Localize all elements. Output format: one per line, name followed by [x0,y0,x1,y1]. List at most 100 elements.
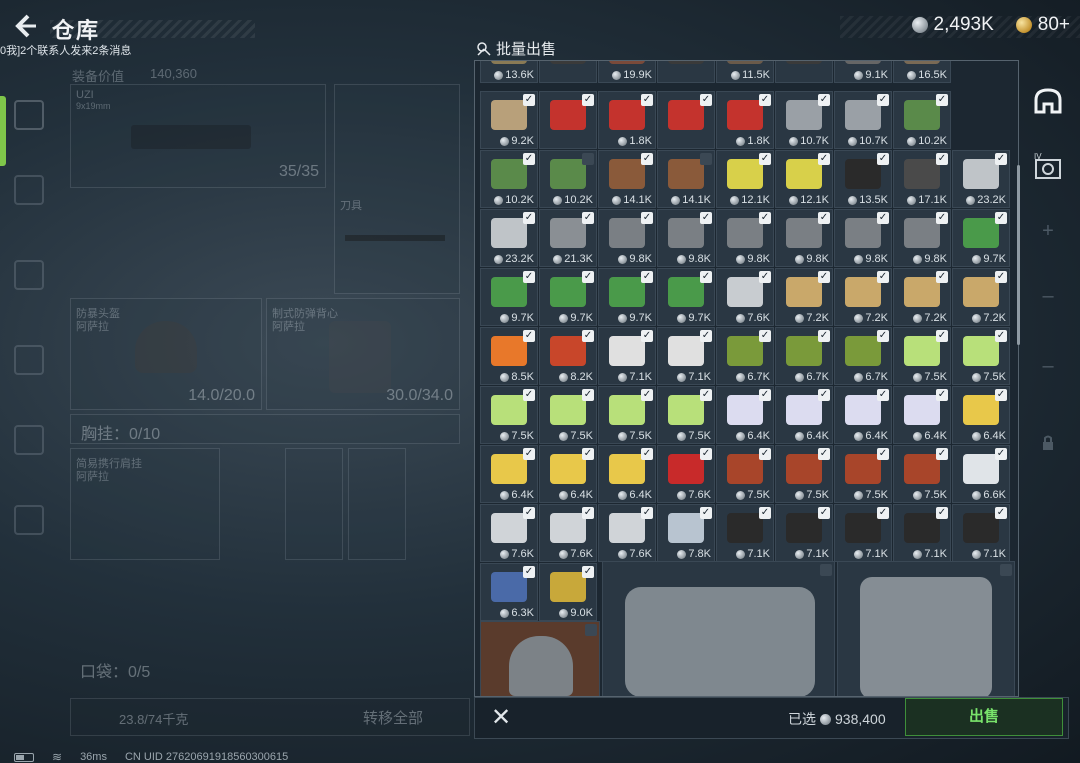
item-checkbox[interactable]: ✓ [641,448,653,460]
item-checkbox[interactable]: ✓ [582,94,594,106]
item-cell[interactable]: 7.5K ✓ [598,386,656,444]
item-cell[interactable]: 6.4K ✓ [598,445,656,503]
item-cell[interactable]: 9.7K ✓ [952,209,1010,267]
item-checkbox[interactable]: ✓ [995,153,1007,165]
item-cell[interactable]: 6.7K ✓ [834,327,892,385]
transfer-all-button[interactable]: 转移全部 [363,707,423,728]
item-cell[interactable]: 6.4K ✓ [716,386,774,444]
item-checkbox[interactable]: ✓ [877,507,889,519]
item-cell[interactable]: 7.5K ✓ [893,445,951,503]
item-checkbox[interactable]: ✓ [582,566,594,578]
item-checkbox[interactable]: ✓ [582,271,594,283]
item-cell[interactable]: 7.1K ✓ [893,504,951,562]
item-cell[interactable]: 9.8K ✓ [775,209,833,267]
item-checkbox[interactable]: ✓ [936,330,948,342]
item-checkbox[interactable]: ✓ [818,330,830,342]
gold-amount[interactable]: 80+ [1038,14,1070,36]
item-cell[interactable]: 8.2K ✓ [539,327,597,385]
item-checkbox[interactable]: ✓ [818,212,830,224]
item-cell[interactable]: 7.6K ✓ [716,268,774,326]
item-checkbox[interactable]: ✓ [523,271,535,283]
item-cell[interactable]: 6.7K ✓ [775,327,833,385]
item-checkbox[interactable]: ✓ [641,212,653,224]
item-cell[interactable]: 14.1K ✓ [598,150,656,208]
item-cell[interactable]: 16.5K✓ [893,61,951,83]
item-checkbox[interactable]: ✓ [523,566,535,578]
item-cell[interactable]: 7.1K ✓ [598,327,656,385]
item-checkbox[interactable]: ✓ [936,153,948,165]
item-cell[interactable]: 12.1K ✓ [716,150,774,208]
item-cell[interactable]: 7.2K ✓ [834,268,892,326]
item-checkbox[interactable]: ✓ [700,212,712,224]
item-cell[interactable]: 7.5K ✓ [775,445,833,503]
item-checkbox[interactable]: ✓ [759,271,771,283]
item-cell[interactable]: 7.1K ✓ [952,504,1010,562]
item-cell[interactable]: 19.9K✓ [598,61,656,83]
melee-slot[interactable]: 刀具 [334,84,460,294]
item-cell[interactable]: 9.8K ✓ [716,209,774,267]
grid-slot[interactable] [285,448,343,560]
item-checkbox[interactable]: ✓ [759,448,771,460]
item-cell[interactable]: 6.4K ✓ [480,445,538,503]
item-checkbox[interactable] [820,564,832,576]
item-cell[interactable]: 7.2K ✓ [775,268,833,326]
item-checkbox[interactable]: ✓ [995,389,1007,401]
item-cell[interactable]: 10.7K ✓ [775,91,833,149]
item-checkbox[interactable]: ✓ [877,94,889,106]
item-cell[interactable]: 14.1K [657,150,715,208]
item-checkbox[interactable]: ✓ [877,212,889,224]
item-checkbox[interactable]: ✓ [641,330,653,342]
item-checkbox[interactable]: ✓ [995,330,1007,342]
item-checkbox[interactable]: ✓ [523,212,535,224]
item-checkbox[interactable]: ✓ [700,271,712,283]
item-cell[interactable]: 6.4K ✓ [539,445,597,503]
item-cell[interactable]: 7.1K ✓ [834,504,892,562]
item-cell[interactable]: 9.7K ✓ [480,268,538,326]
item-cell[interactable]: 10.2K ✓ [893,91,951,149]
item-checkbox[interactable]: ✓ [877,271,889,283]
item-cell[interactable]: ✓ [539,91,597,149]
helmet-item[interactable] [480,621,600,696]
item-checkbox[interactable]: ✓ [759,330,771,342]
helmet-filter-icon[interactable] [1030,84,1066,120]
item-checkbox[interactable]: ✓ [641,271,653,283]
item-checkbox[interactable]: ✓ [995,507,1007,519]
item-cell[interactable]: 6.6K ✓ [952,445,1010,503]
armor-vest-item[interactable] [602,561,835,696]
item-cell[interactable]: 6.4K ✓ [952,386,1010,444]
backpack-slot[interactable]: 简易携行肩挂 阿萨拉 [70,448,220,560]
item-cell[interactable]: 9.1K✓ [834,61,892,83]
item-checkbox[interactable]: ✓ [582,330,594,342]
item-cell[interactable]: 7.6K ✓ [598,504,656,562]
item-checkbox[interactable]: ✓ [995,448,1007,460]
item-checkbox[interactable]: ✓ [877,448,889,460]
item-cell[interactable]: 11.5K✓ [716,61,774,83]
item-checkbox[interactable]: ✓ [936,448,948,460]
lock-icon[interactable] [1030,425,1066,461]
item-cell[interactable]: 13.5K ✓ [834,150,892,208]
item-checkbox[interactable] [582,153,594,165]
item-cell[interactable]: 21.3K ✓ [539,209,597,267]
item-checkbox[interactable]: ✓ [700,94,712,106]
item-checkbox[interactable]: ✓ [936,271,948,283]
item-checkbox[interactable]: ✓ [700,330,712,342]
item-cell[interactable]: 6.3K ✓ [480,563,538,621]
item-cell[interactable]: 7.5K ✓ [952,327,1010,385]
item-cell[interactable]: 7.1K ✓ [657,327,715,385]
item-cell[interactable]: 9.0K ✓ [539,563,597,621]
item-checkbox[interactable]: ✓ [641,153,653,165]
item-checkbox[interactable]: ✓ [995,271,1007,283]
item-cell[interactable]: 7.2K ✓ [952,268,1010,326]
item-checkbox[interactable]: ✓ [582,507,594,519]
item-cell[interactable]: 10.7K ✓ [834,91,892,149]
item-checkbox[interactable]: ✓ [877,389,889,401]
item-cell[interactable]: 9.8K ✓ [834,209,892,267]
item-cell[interactable]: 6.4K ✓ [893,386,951,444]
plate-carrier-item[interactable] [837,561,1015,696]
item-cell[interactable]: 9.8K ✓ [893,209,951,267]
sell-button[interactable]: 出售 [905,698,1063,736]
item-checkbox[interactable] [585,624,597,636]
close-button[interactable]: ✕ [488,705,514,731]
item-checkbox[interactable]: ✓ [523,94,535,106]
item-cell[interactable]: 9.2K ✓ [480,91,538,149]
